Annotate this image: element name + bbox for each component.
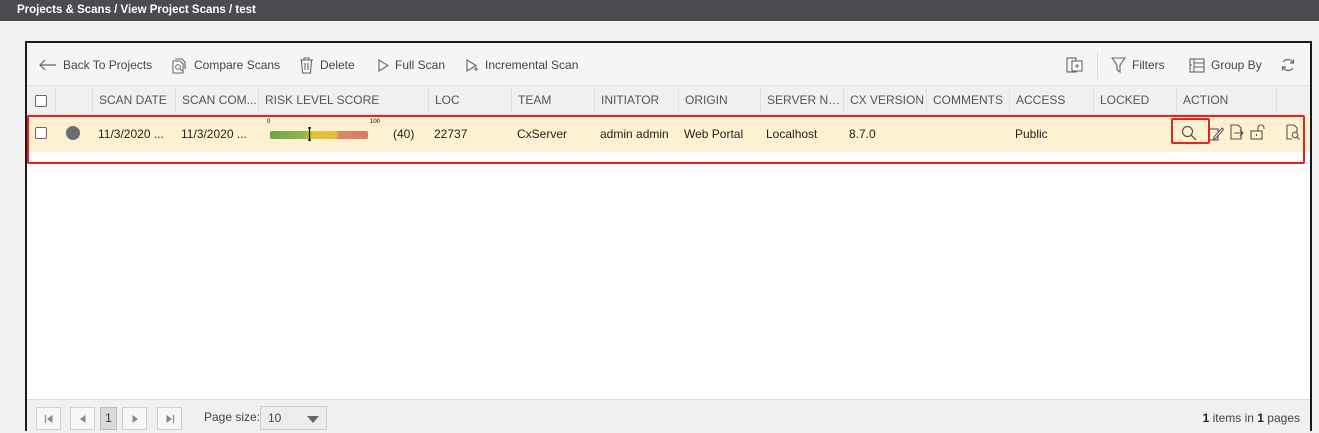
back-to-projects-button[interactable]: Back To Projects [39,56,152,74]
column-team[interactable]: TEAM [511,86,594,115]
full-scan-button[interactable]: Full Scan [378,56,445,74]
column-origin[interactable]: ORIGIN [678,86,760,115]
table-row[interactable]: 11/3/2020 ... 11/3/2020 ... 0 100 (40) 2… [27,116,1310,152]
first-page-icon [44,414,52,423]
page-size-value: 10 [268,411,282,425]
last-page-button[interactable] [157,407,182,430]
select-all-checkbox[interactable] [35,95,47,107]
scan-date-cell: 11/3/2020 ... [98,127,164,141]
column-scan-completed[interactable]: SCAN COM... [175,86,258,115]
locked-cell [1093,116,1176,152]
column-action: ACTION [1176,86,1276,115]
refresh-icon [1281,58,1295,72]
access-cell: Public [1015,127,1048,141]
arrow-left-icon [39,59,56,71]
page-size-label: Page size: [204,410,261,424]
items-info: 1 items in 1 pages [1203,411,1300,425]
scan-completed-cell: 11/3/2020 ... [181,127,247,141]
loc-cell: 22737 [434,127,468,141]
full-scan-label: Full Scan [395,58,446,72]
filters-label: Filters [1132,58,1165,72]
column-access[interactable]: ACCESS [1009,86,1093,115]
grid-header: SCAN DATE SCAN COM... RISK LEVEL SCORE L… [27,86,1310,115]
prev-page-button[interactable] [70,407,95,430]
pages-count: 1 [1257,411,1264,425]
initiator-cell: admin admin [600,127,669,141]
server-name-cell: Localhost [766,127,818,141]
group-by-button[interactable]: Group By [1189,56,1262,74]
column-server-name[interactable]: SERVER NA... [760,86,843,115]
last-page-icon [166,414,174,423]
incremental-play-icon [466,58,478,72]
risk-marker-icon [308,127,312,141]
group-by-icon [1189,57,1205,73]
page-size-select[interactable]: 10 [260,406,327,430]
delete-button[interactable]: Delete [299,56,355,74]
filters-button[interactable]: Filters [1111,56,1165,74]
column-loc[interactable]: LOC [428,86,511,115]
column-cx-version[interactable]: CX VERSION [843,86,926,115]
chevron-down-icon [307,416,319,423]
next-page-button[interactable] [122,407,147,430]
row-select-checkbox[interactable] [35,127,47,139]
next-page-icon [132,414,138,423]
scan-status-icon [66,126,80,140]
export-button[interactable] [1066,56,1090,74]
view-results-search-icon[interactable] [1181,125,1197,141]
scan-log-icon[interactable] [1284,124,1300,140]
risk-min-label: 0 [267,119,271,125]
column-locked[interactable]: LOCKED [1093,86,1176,115]
funnel-icon [1111,57,1126,73]
export-report-icon[interactable] [1228,124,1244,140]
risk-score-value: (40) [393,127,415,141]
prev-page-icon [79,414,85,423]
incremental-scan-label: Incremental Scan [485,58,579,72]
origin-cell: Web Portal [684,127,744,141]
compare-scans-icon [172,57,186,74]
group-by-label: Group By [1211,58,1262,72]
edit-comment-icon[interactable] [1208,125,1224,141]
column-initiator[interactable]: INITIATOR [594,86,678,115]
items-text-1: items in [1209,411,1258,425]
project-scans-panel: Back To Projects Compare Scans Delete Fu… [25,41,1312,433]
toolbar: Back To Projects Compare Scans Delete Fu… [27,43,1310,86]
compare-scans-button[interactable]: Compare Scans [172,56,280,74]
risk-max-label: 100 [370,119,381,125]
export-columns-icon [1066,57,1083,73]
column-scan-date[interactable]: SCAN DATE [92,86,175,115]
items-text-2: pages [1263,411,1300,425]
cx-version-cell: 8.7.0 [849,127,876,141]
comments-cell [926,116,1009,152]
status-column-header[interactable] [55,86,92,115]
current-page-button[interactable]: 1 [100,407,117,430]
compare-scans-label: Compare Scans [194,58,281,72]
unlock-icon[interactable] [1249,124,1265,140]
column-extra [1276,86,1312,115]
first-page-button[interactable] [36,407,61,430]
play-icon [378,58,389,72]
trash-icon [300,56,313,74]
back-to-projects-label: Back To Projects [63,58,153,72]
delete-label: Delete [320,58,355,72]
breadcrumb: Projects & Scans / View Project Scans / … [0,0,1319,21]
risk-level-bar [270,131,368,139]
refresh-button[interactable] [1281,56,1301,74]
team-cell: CxServer [517,127,568,141]
incremental-scan-button[interactable]: Incremental Scan [466,56,578,74]
column-comments[interactable]: COMMENTS [926,86,1009,115]
column-risk-level-score[interactable]: RISK LEVEL SCORE [258,86,428,115]
toolbar-separator [1097,51,1098,79]
